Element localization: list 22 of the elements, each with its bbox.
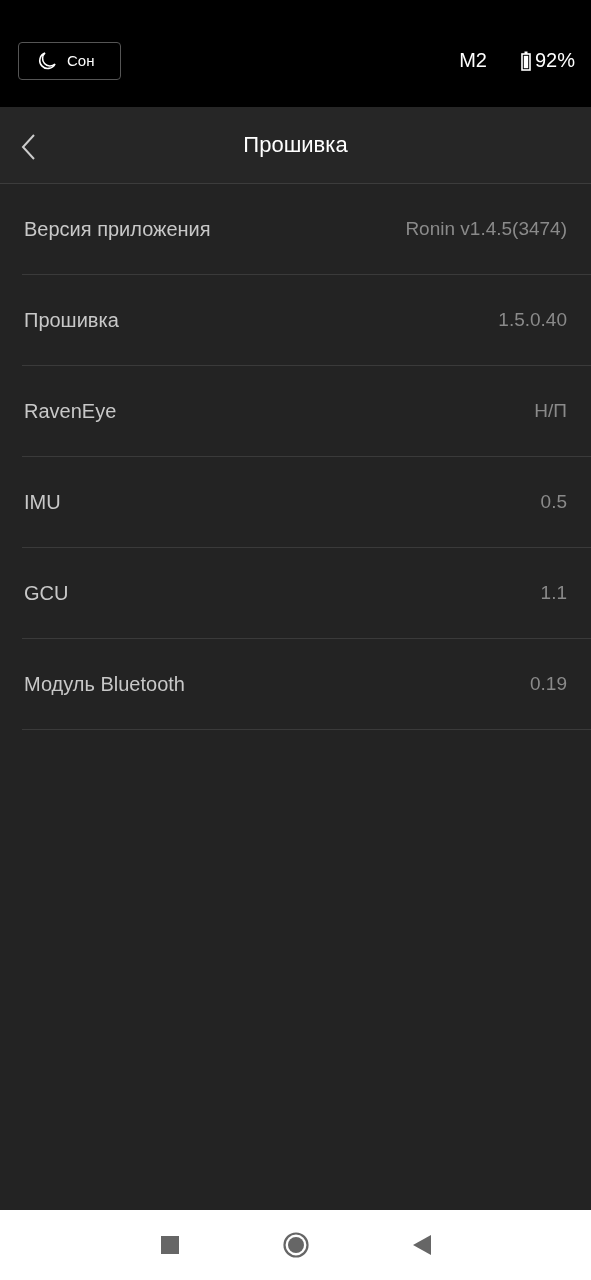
setting-value: Н/П [534,400,567,422]
page-title: Прошивка [243,132,348,158]
sleep-button[interactable]: Сон [18,41,121,80]
mode-label: M2 [459,49,487,72]
setting-label: RavenEye [24,399,117,423]
setting-value: 0.5 [540,491,567,513]
setting-label: IMU [24,490,61,514]
setting-label: Прошивка [24,308,119,332]
setting-value: 0.19 [530,673,567,695]
home-icon[interactable] [282,1232,309,1258]
battery-icon [520,50,531,71]
setting-value: 1.5.0.40 [498,309,567,331]
setting-label: GCU [24,581,69,605]
setting-value: Ronin v1.4.5(3474) [405,218,567,240]
setting-label: Модуль Bluetooth [24,672,185,696]
back-icon[interactable] [412,1235,431,1255]
moon-icon [37,50,57,71]
setting-label: Версия приложения [24,217,211,241]
setting-value: 1.1 [540,582,567,604]
recent-apps-icon[interactable] [160,1236,179,1254]
chevron-left-icon[interactable] [20,133,36,161]
battery-percentage: 92% [534,49,575,72]
